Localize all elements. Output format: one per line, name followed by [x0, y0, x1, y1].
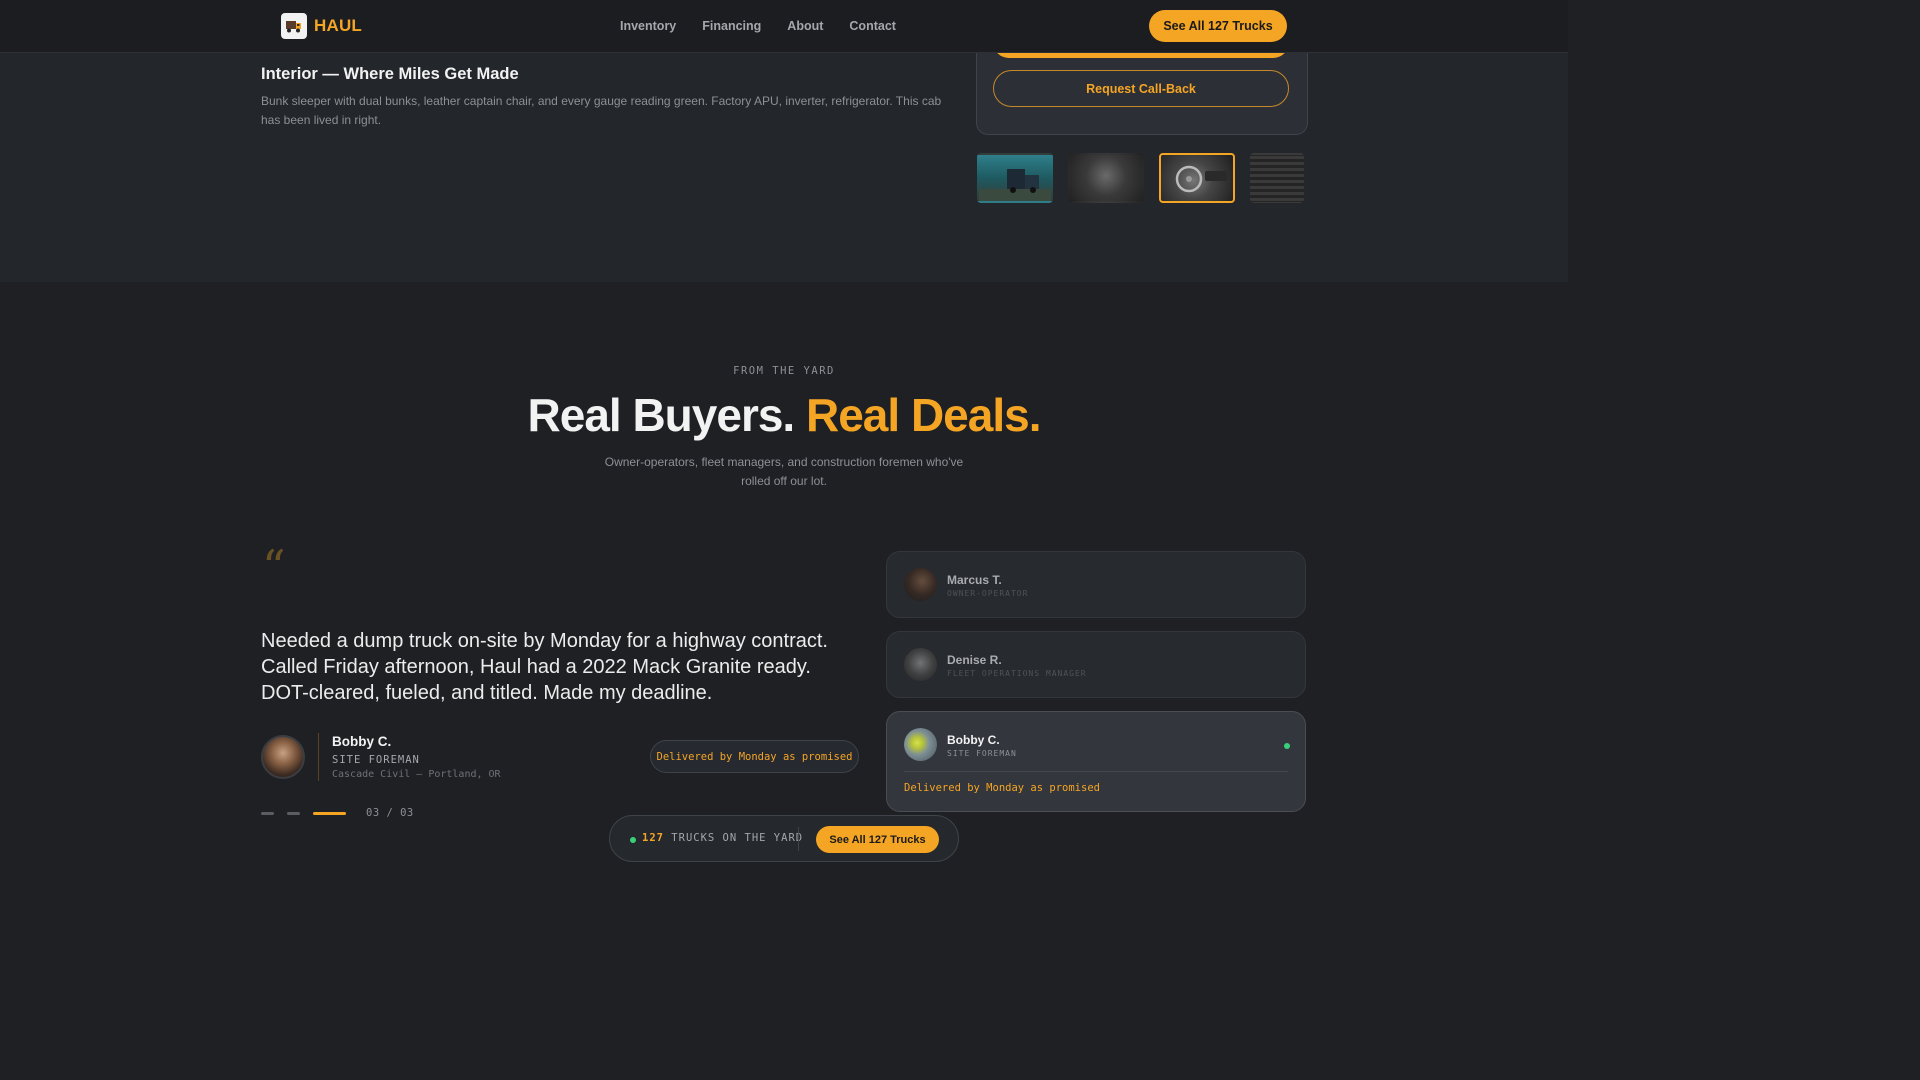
card-role: OWNER-OPERATOR	[947, 589, 1029, 598]
carousel-dot-2[interactable]	[287, 811, 300, 815]
thumbnail-exterior[interactable]	[977, 153, 1053, 203]
card-name: Denise R.	[947, 653, 1002, 667]
request-callback-button[interactable]: Request Call-Back	[993, 70, 1289, 107]
thumbnail-strip	[977, 153, 1304, 203]
avatar	[904, 728, 937, 761]
headline-orange: Real Deals.	[806, 389, 1041, 441]
avatar	[904, 568, 937, 601]
top-nav: HAUL Inventory Financing About Contact S…	[0, 0, 1568, 53]
testimonial-card-bobby[interactable]: Bobby C. SITE FOREMAN Delivered by Monda…	[886, 711, 1306, 812]
card-divider	[904, 771, 1288, 772]
card-name: Bobby C.	[947, 733, 1000, 747]
nav-link-about[interactable]: About	[787, 19, 823, 33]
live-indicator-icon	[630, 837, 636, 843]
avatar	[904, 648, 937, 681]
thumbnail-interior[interactable]	[1159, 153, 1235, 203]
carousel-progress: 03 / 03	[261, 807, 414, 819]
testimonial-card-denise[interactable]: Denise R. FLEET OPERATIONS MANAGER	[886, 631, 1306, 698]
author-org: Cascade Civil — Portland, OR	[332, 769, 501, 780]
testimonial-quote: Needed a dump truck on-site by Monday fo…	[261, 630, 828, 704]
inventory-count: 127	[642, 832, 664, 844]
nav-links: Inventory Financing About Contact	[620, 19, 922, 33]
nav-link-inventory[interactable]: Inventory	[620, 19, 676, 33]
card-quote: Delivered by Monday as promised	[904, 782, 1100, 794]
author-name: Bobby C.	[332, 734, 392, 749]
brand[interactable]: HAUL	[281, 13, 362, 39]
carousel-dot-1[interactable]	[261, 811, 274, 815]
active-indicator-icon	[1284, 743, 1290, 749]
nav-link-financing[interactable]: Financing	[702, 19, 761, 33]
card-role: SITE FOREMAN	[947, 749, 1017, 758]
brand-name: HAUL	[314, 16, 363, 35]
thumbnail-engine[interactable]	[1068, 153, 1144, 203]
sticky-inventory-bar: 127 TRUCKS ON THE YARD See All 127 Truck…	[609, 815, 959, 862]
inventory-label: TRUCKS ON THE YARD	[671, 832, 804, 844]
gallery-section: Interior — Where Miles Get Made Bunk sle…	[0, 42, 1568, 282]
sticky-see-all-button[interactable]: See All 127 Trucks	[816, 826, 939, 853]
thumbnail-grille[interactable]	[1250, 153, 1304, 203]
quote-mark-icon: “	[262, 540, 286, 594]
carousel-counter: 03 / 03	[366, 807, 414, 819]
section-headline: Real Buyers. Real Deals.	[0, 388, 1568, 442]
section-subhead: Owner-operators, fleet managers, and con…	[604, 455, 964, 488]
headline-white: Real Buyers.	[527, 389, 796, 441]
gallery-title: Interior — Where Miles Get Made	[261, 65, 519, 83]
truck-icon	[281, 13, 307, 39]
inquiry-card: Request Call-Back	[976, 42, 1308, 135]
author-divider	[318, 733, 319, 781]
author-info: Bobby C. SITE FOREMAN Cascade Civil — Po…	[332, 734, 501, 780]
testimonials-section: FROM THE YARD Real Buyers. Real Deals. O…	[0, 282, 1568, 882]
card-name: Marcus T.	[947, 573, 1002, 587]
highlight-badge: Delivered by Monday as promised	[650, 740, 859, 773]
avatar	[261, 735, 305, 779]
testimonial-card-marcus[interactable]: Marcus T. OWNER-OPERATOR	[886, 551, 1306, 618]
carousel-dot-3[interactable]	[313, 811, 346, 815]
inventory-count-label: 127 TRUCKS ON THE YARD	[642, 832, 803, 844]
bar-divider	[798, 827, 799, 851]
section-eyebrow: FROM THE YARD	[733, 365, 835, 377]
testimonial-author: Bobby C. SITE FOREMAN Cascade Civil — Po…	[261, 733, 501, 781]
author-role: SITE FOREMAN	[332, 754, 420, 766]
gallery-description: Bunk sleeper with dual bunks, leather ca…	[261, 94, 942, 127]
see-all-trucks-button[interactable]: See All 127 Trucks	[1149, 10, 1287, 42]
card-role: FLEET OPERATIONS MANAGER	[947, 669, 1087, 678]
nav-link-contact[interactable]: Contact	[849, 19, 896, 33]
